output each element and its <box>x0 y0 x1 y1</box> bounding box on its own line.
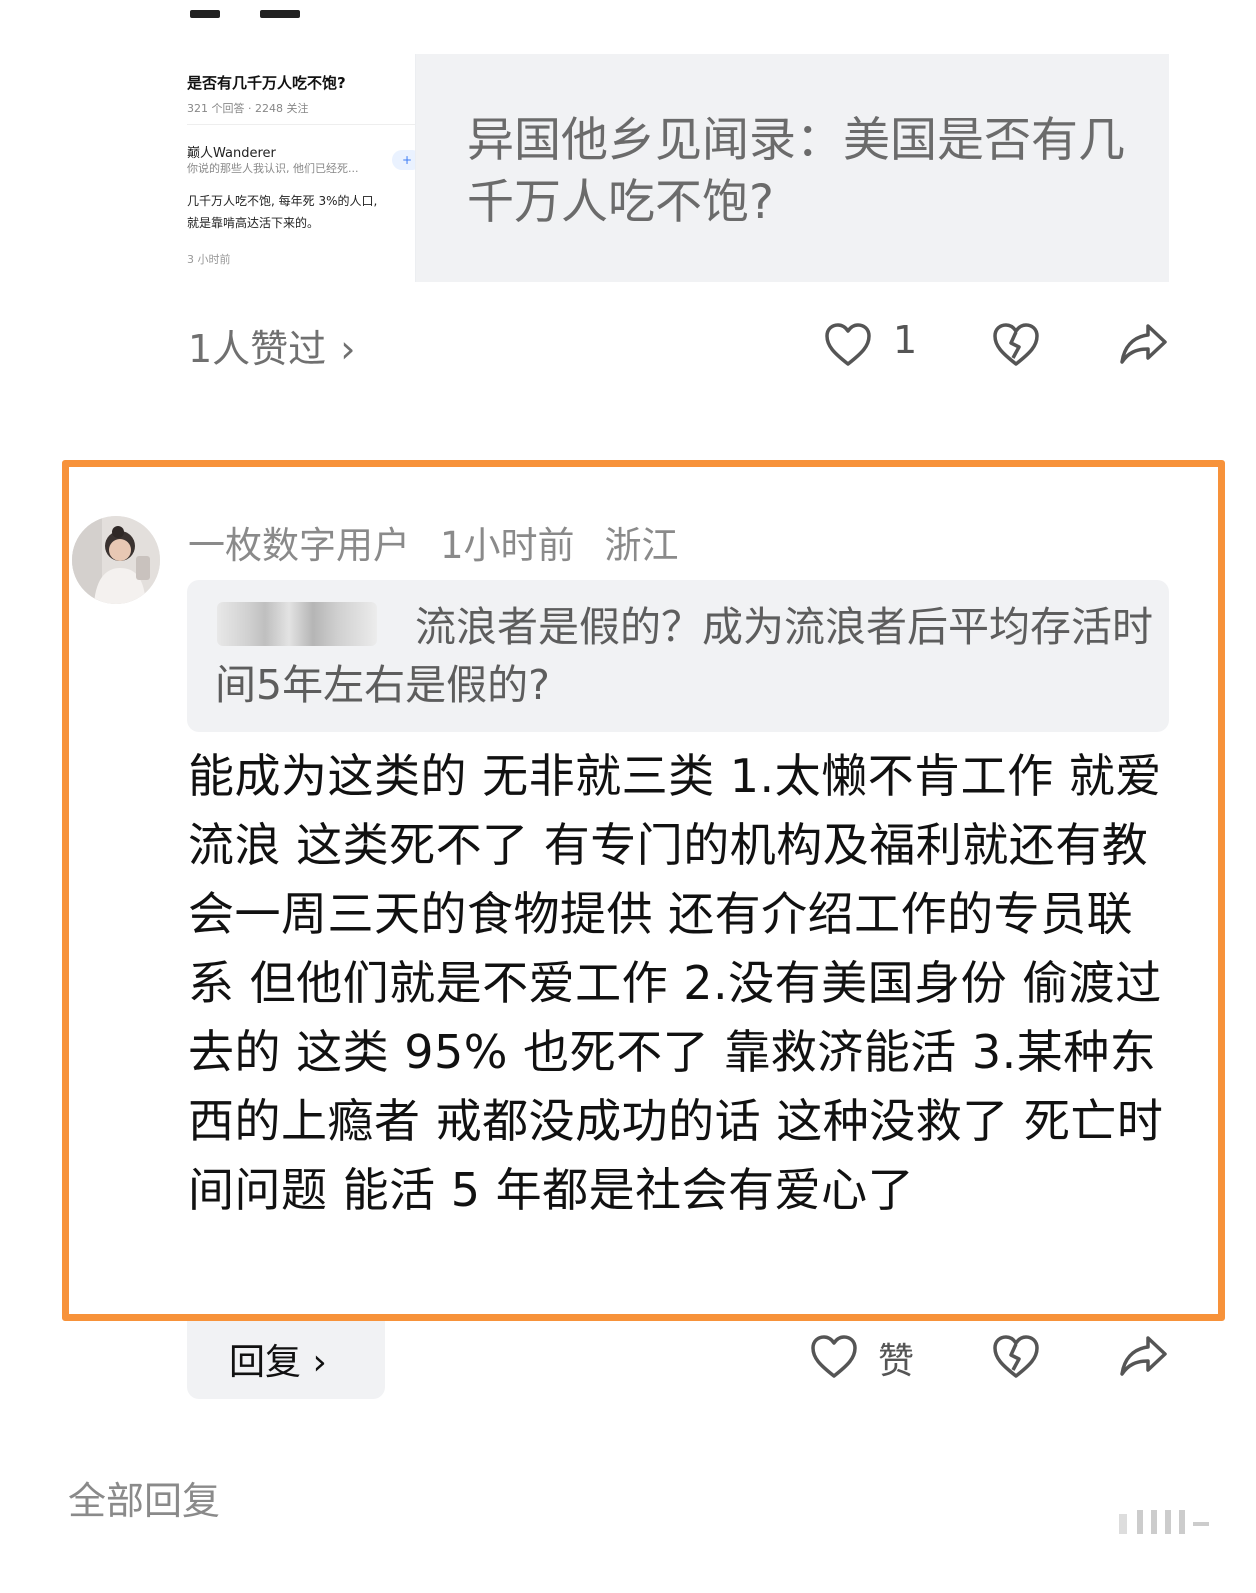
link-preview-card[interactable]: 是否有几千万人吃不饱? 321 个回答 · 2248 关注 巅人Wanderer… <box>187 54 1169 282</box>
chevron-right-icon: › <box>340 327 356 371</box>
thumb-time: 3 小时前 <box>187 253 231 266</box>
thumb-body-line-1: 几千万人吃不饱, 每年死 3%的人口, <box>187 194 378 208</box>
thumb-meta: 321 个回答 · 2248 关注 <box>187 102 309 115</box>
broken-heart-icon[interactable] <box>992 322 1040 368</box>
comment-username[interactable]: 一枚数字用户 <box>188 524 410 567</box>
link-thumbnail: 是否有几千万人吃不饱? 321 个回答 · 2248 关注 巅人Wanderer… <box>187 54 416 282</box>
like-count: 1 <box>893 318 918 362</box>
comment-time: 1小时前 <box>440 524 575 567</box>
thumb-author: 巅人Wanderer <box>187 146 276 161</box>
likers-link[interactable]: 1人赞过 › <box>188 318 355 373</box>
share-icon[interactable] <box>1118 322 1168 366</box>
thumb-snippet: 你说的那些人我认识, 他们已经死... <box>187 162 359 175</box>
watermark <box>1115 1508 1215 1536</box>
comment-share-icon[interactable] <box>1118 1334 1168 1378</box>
reply-label: 回复 › <box>229 1342 327 1383</box>
comment-like-label[interactable]: 赞 <box>878 1332 914 1384</box>
thumb-divider <box>187 124 415 125</box>
cropped-header-fragment <box>190 0 430 18</box>
thumb-body-line-2: 就是靠啃高达活下来的。 <box>187 216 320 230</box>
comment-broken-heart-icon[interactable] <box>992 1334 1040 1380</box>
comment-heart-icon[interactable] <box>810 1334 858 1380</box>
thumb-question: 是否有几千万人吃不饱? <box>187 74 346 92</box>
avatar[interactable] <box>72 516 160 604</box>
link-card-title: 异国他乡见闻录：美国是否有几千万人吃不饱? <box>467 113 1125 230</box>
thumb-follow-button: + <box>392 150 415 170</box>
quoted-text: 流浪者是假的？成为流浪者后平均存活时间5年左右是假的? <box>215 603 1153 709</box>
reply-button[interactable]: 回复 › <box>187 1321 385 1399</box>
quoted-reply-box[interactable]: 流浪者是假的？成为流浪者后平均存活时间5年左右是假的? <box>187 580 1169 732</box>
comment-location: 浙江 <box>604 524 679 567</box>
heart-icon[interactable] <box>824 322 872 368</box>
comment-meta: 一枚数字用户 1小时前 浙江 <box>188 515 709 569</box>
comment-body: 能成为这类的 无非就三类 1.太懒不肯工作 就爱流浪 这类死不了 有专门的机构及… <box>188 749 1164 1217</box>
all-replies-heading: 全部回复 <box>68 1479 221 1523</box>
likers-text: 1人赞过 <box>188 327 327 371</box>
